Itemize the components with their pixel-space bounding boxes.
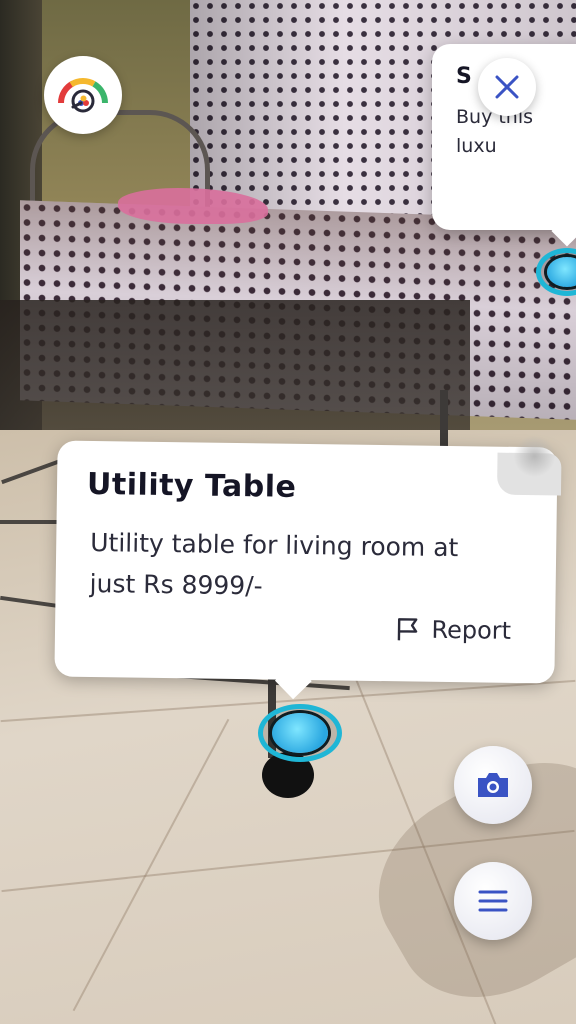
card-description: Utility table for living room at just Rs…	[89, 527, 459, 601]
utility-table-card[interactable]: Utility Table Utility table for living r…	[54, 440, 562, 700]
marker-dot	[272, 713, 328, 753]
card-drag-handle[interactable]	[496, 452, 562, 496]
flag-icon	[398, 618, 418, 641]
camera-icon	[478, 773, 508, 797]
speedometer-icon	[58, 78, 108, 113]
gauge-button[interactable]	[44, 56, 122, 134]
menu-button[interactable]	[454, 862, 532, 940]
glass-table-top	[0, 300, 470, 450]
close-icon	[495, 75, 519, 99]
report-label: Report	[431, 615, 512, 645]
camera-button[interactable]	[454, 746, 532, 824]
marker-dot	[547, 257, 576, 287]
report-button[interactable]: Report	[395, 615, 511, 645]
card-title: Utility Table	[86, 466, 297, 505]
hamburger-menu-icon	[478, 890, 508, 912]
ar-marker-utility-table[interactable]	[258, 704, 342, 762]
close-side-card-button[interactable]	[478, 58, 536, 116]
